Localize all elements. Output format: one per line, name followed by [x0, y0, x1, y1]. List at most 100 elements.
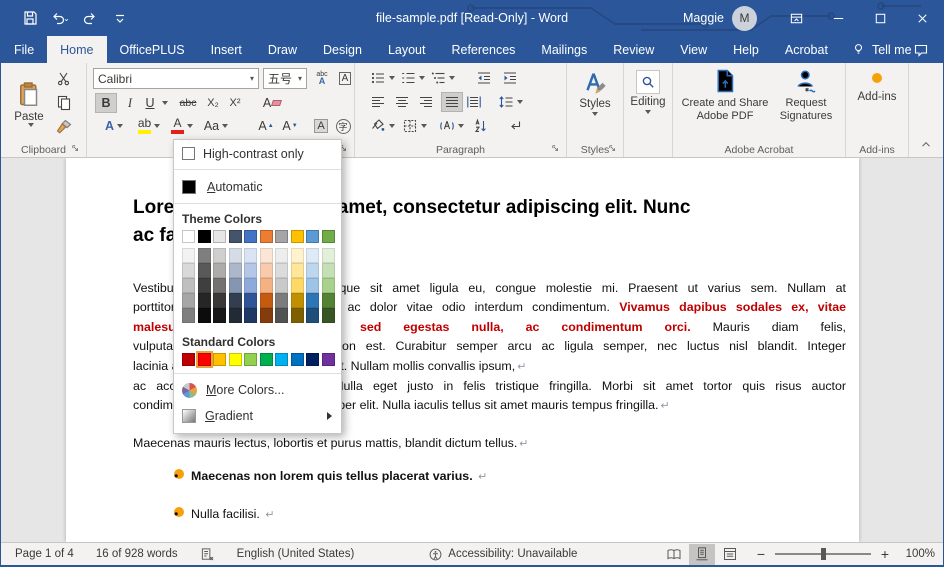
theme-color-variant-swatch[interactable]	[291, 308, 304, 323]
theme-color-variant-swatch[interactable]	[260, 248, 273, 263]
gradient-item[interactable]: Gradient	[174, 403, 341, 429]
theme-color-swatch[interactable]	[244, 230, 257, 243]
subscript-button[interactable]: X₂	[203, 93, 223, 113]
align-center-button[interactable]	[393, 92, 411, 112]
shading-button[interactable]	[369, 116, 396, 136]
line-spacing-button[interactable]	[497, 92, 524, 112]
theme-color-variant-swatch[interactable]	[260, 308, 273, 323]
standard-color-swatch[interactable]	[260, 353, 273, 366]
theme-color-swatch[interactable]	[213, 230, 226, 243]
theme-color-variant-swatch[interactable]	[260, 278, 273, 293]
standard-color-swatch[interactable]	[229, 353, 242, 366]
theme-color-variant-swatch[interactable]	[229, 278, 242, 293]
tab-acrobat[interactable]: Acrobat	[772, 36, 841, 63]
high-contrast-only-item[interactable]: High-contrast only	[174, 140, 341, 167]
tab-draw[interactable]: Draw	[255, 36, 310, 63]
undo-dropdown-icon[interactable]: ⌄	[63, 14, 70, 23]
theme-color-swatch[interactable]	[275, 230, 288, 243]
tab-design[interactable]: Design	[310, 36, 375, 63]
multilevel-list-button[interactable]	[429, 68, 456, 88]
theme-color-variant-swatch[interactable]	[229, 293, 242, 308]
create-share-pdf-button[interactable]: Create and Share Adobe PDF	[679, 68, 771, 123]
standard-color-swatch[interactable]	[306, 353, 319, 366]
zoom-out-button[interactable]: −	[755, 546, 767, 562]
text-effects-button[interactable]: A	[99, 116, 129, 136]
cut-button[interactable]	[53, 69, 75, 89]
align-right-button[interactable]	[417, 92, 435, 112]
change-case-button[interactable]: Aa	[201, 116, 231, 136]
styles-button[interactable]: Styles	[567, 70, 623, 116]
theme-color-variant-swatch[interactable]	[306, 278, 319, 293]
theme-color-variant-swatch[interactable]	[244, 248, 257, 263]
text-highlight-button[interactable]: ab	[133, 116, 165, 136]
paragraph-dialog-launcher[interactable]	[550, 143, 562, 155]
editing-button[interactable]: Editing	[624, 70, 672, 114]
theme-color-variant-swatch[interactable]	[244, 293, 257, 308]
theme-color-variant-swatch[interactable]	[291, 278, 304, 293]
proofing-errors-button[interactable]	[200, 547, 215, 562]
phonetic-guide-button[interactable]: abcA	[311, 68, 333, 88]
borders-button[interactable]	[401, 116, 428, 136]
zoom-slider[interactable]	[775, 553, 871, 555]
theme-color-variant-swatch[interactable]	[306, 293, 319, 308]
enclose-characters-button[interactable]: 字	[333, 116, 353, 136]
theme-color-variant-swatch[interactable]	[275, 248, 288, 263]
sort-button[interactable]	[471, 116, 489, 136]
increase-indent-button[interactable]	[501, 68, 519, 88]
theme-color-variant-swatch[interactable]	[198, 293, 211, 308]
request-signatures-button[interactable]: Request Signatures	[773, 68, 839, 123]
theme-color-variant-swatch[interactable]	[198, 263, 211, 278]
zoom-slider-thumb[interactable]	[821, 548, 826, 560]
clear-formatting-button[interactable]: A	[259, 93, 285, 113]
font-color-button[interactable]: A	[166, 116, 198, 136]
tab-officeplus[interactable]: OfficePLUS	[107, 36, 198, 63]
theme-color-variant-swatch[interactable]	[275, 263, 288, 278]
theme-color-variant-swatch[interactable]	[322, 308, 335, 323]
numbering-button[interactable]	[399, 68, 426, 88]
close-button[interactable]	[901, 0, 943, 36]
show-hide-marks-button[interactable]	[506, 116, 524, 136]
page-indicator[interactable]: Page 1 of 4	[15, 548, 74, 560]
theme-color-variant-swatch[interactable]	[322, 293, 335, 308]
feedback-button[interactable]	[913, 36, 929, 63]
strikethrough-button[interactable]: abc	[175, 93, 201, 113]
distribute-button[interactable]	[465, 92, 483, 112]
theme-color-variant-swatch[interactable]	[182, 293, 195, 308]
asian-layout-button[interactable]	[438, 116, 465, 136]
theme-color-variant-swatch[interactable]	[213, 263, 226, 278]
theme-color-variant-swatch[interactable]	[198, 248, 211, 263]
tab-mailings[interactable]: Mailings	[528, 36, 600, 63]
standard-color-swatch[interactable]	[198, 353, 211, 366]
theme-color-swatch[interactable]	[229, 230, 242, 243]
bullets-button[interactable]	[369, 68, 396, 88]
tab-file[interactable]: File	[1, 36, 47, 63]
theme-color-variant-swatch[interactable]	[213, 293, 226, 308]
theme-color-variant-swatch[interactable]	[260, 293, 273, 308]
character-border-button[interactable]: A	[335, 68, 355, 88]
automatic-color-item[interactable]: Automatic	[174, 172, 341, 201]
web-layout-button[interactable]	[717, 544, 743, 565]
ribbon-display-options-button[interactable]	[775, 0, 817, 36]
theme-color-variant-swatch[interactable]	[229, 248, 242, 263]
theme-color-variant-swatch[interactable]	[198, 278, 211, 293]
theme-color-swatch[interactable]	[198, 230, 211, 243]
theme-color-variant-swatch[interactable]	[322, 248, 335, 263]
tell-me[interactable]: Tell me	[841, 36, 922, 63]
word-count[interactable]: 16 of 928 words	[96, 548, 178, 560]
tab-insert[interactable]: Insert	[198, 36, 255, 63]
theme-color-variant-swatch[interactable]	[322, 278, 335, 293]
underline-button[interactable]: U	[141, 93, 159, 113]
theme-color-variant-swatch[interactable]	[322, 263, 335, 278]
theme-color-variant-swatch[interactable]	[213, 308, 226, 323]
collapse-ribbon-button[interactable]	[919, 138, 933, 153]
zoom-in-button[interactable]: +	[879, 546, 891, 562]
theme-color-variant-swatch[interactable]	[260, 263, 273, 278]
theme-color-variant-swatch[interactable]	[306, 248, 319, 263]
high-contrast-checkbox[interactable]	[182, 147, 195, 160]
theme-color-variant-swatch[interactable]	[229, 308, 242, 323]
read-mode-button[interactable]	[661, 544, 687, 565]
theme-color-variant-swatch[interactable]	[182, 278, 195, 293]
print-layout-button[interactable]	[689, 544, 715, 565]
bold-button[interactable]: B	[95, 93, 117, 113]
theme-color-swatch[interactable]	[260, 230, 273, 243]
